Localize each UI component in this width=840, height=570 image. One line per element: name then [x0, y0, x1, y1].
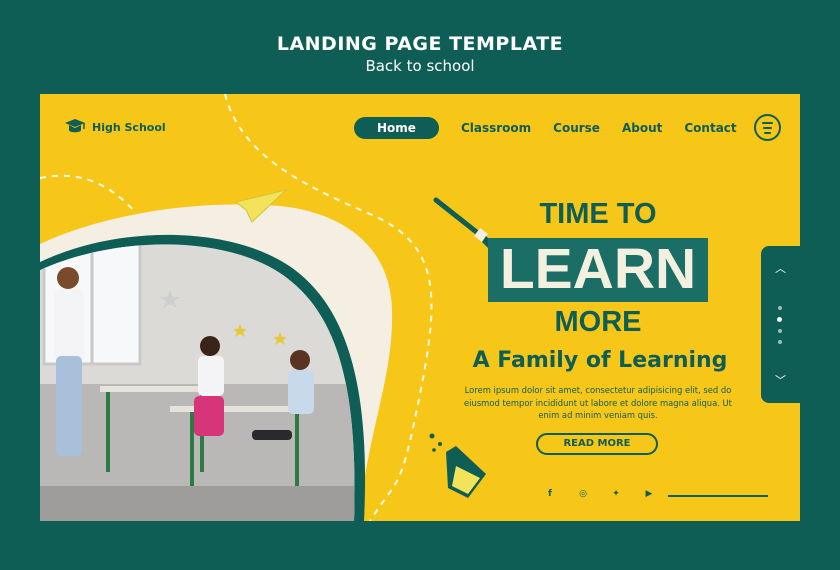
chevron-up-icon[interactable]: ︿: [761, 260, 800, 276]
main-nav: Home Classroom Course About Contact: [354, 117, 759, 139]
facebook-icon[interactable]: f: [544, 488, 556, 500]
social-links: f ◎ ✦ ▶: [544, 488, 676, 500]
logo-text: High School: [92, 120, 166, 134]
hero-tagline: A Family of Learning: [472, 348, 728, 373]
hero-line-learn: LEARN: [499, 237, 697, 301]
graduation-cap-icon: [65, 119, 85, 133]
nav-classroom[interactable]: Classroom: [461, 121, 531, 135]
instagram-icon[interactable]: ◎: [577, 488, 589, 500]
pager-dot-active[interactable]: [777, 317, 782, 322]
nav-about[interactable]: About: [622, 121, 662, 135]
landing-page-mockup: High School Home Classroom Course About …: [40, 94, 800, 521]
youtube-icon[interactable]: ▶: [643, 488, 655, 500]
banner-subtitle: Back to school: [365, 57, 475, 75]
read-more-button[interactable]: READ MORE: [536, 433, 658, 455]
pager-dot[interactable]: [778, 340, 782, 344]
nav-home[interactable]: Home: [354, 117, 439, 139]
chevron-down-icon[interactable]: ﹀: [761, 372, 800, 388]
slide-pager: ︿ ﹀: [761, 246, 800, 403]
nav-contact[interactable]: Contact: [684, 121, 736, 135]
twitter-icon[interactable]: ✦: [610, 488, 622, 500]
pager-dot[interactable]: [778, 329, 782, 333]
hero-line-more: MORE: [554, 306, 642, 338]
logo[interactable]: High School: [64, 118, 166, 136]
pager-dot[interactable]: [778, 306, 782, 310]
hero-line-time-to: TIME TO: [539, 198, 657, 230]
social-divider: [668, 495, 768, 497]
hero-body-text: Lorem ipsum dolor sit amet, consectetur …: [464, 385, 732, 420]
nav-course[interactable]: Course: [553, 121, 600, 135]
hamburger-menu-icon[interactable]: [754, 114, 781, 141]
banner-title: LANDING PAGE TEMPLATE: [276, 33, 564, 55]
